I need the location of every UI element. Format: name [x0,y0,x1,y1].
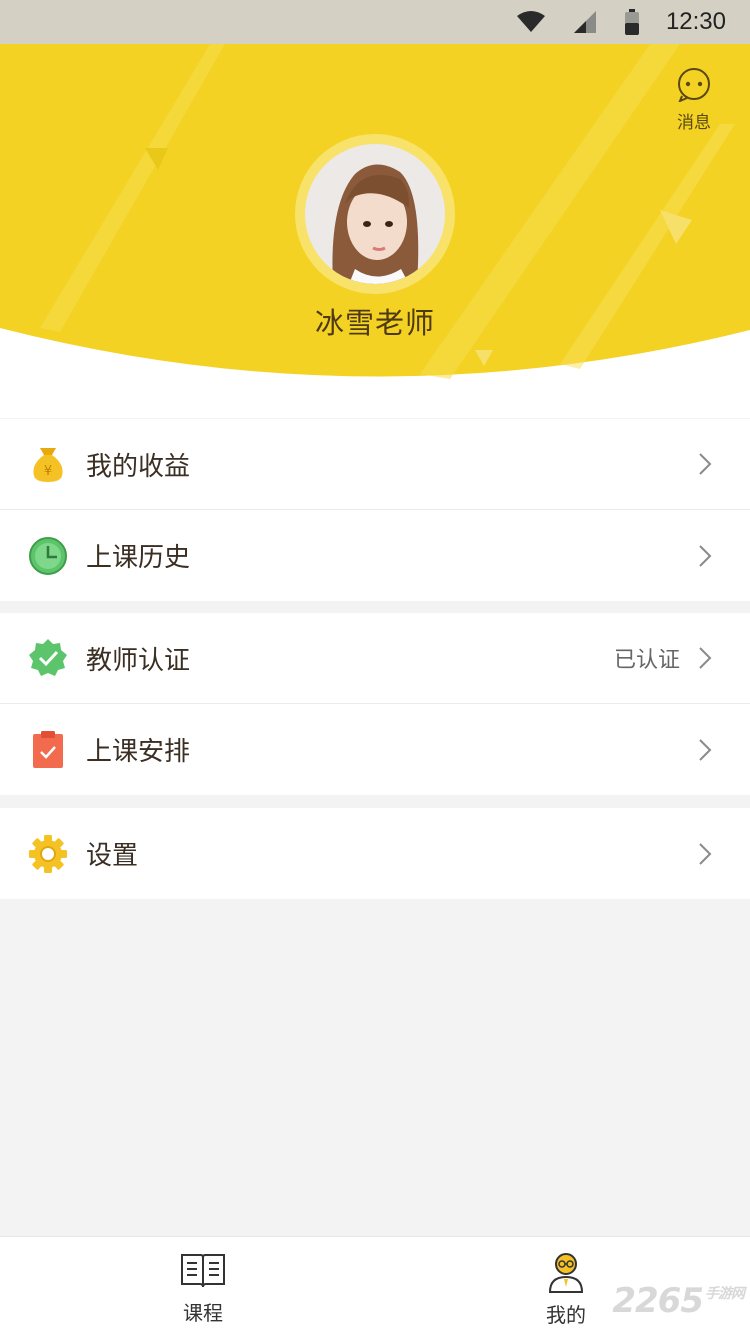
avatar [305,144,445,284]
message-button[interactable]: 消息 [672,66,716,133]
chevron-right-icon [699,738,712,761]
tab-mine[interactable]: 我的 [516,1251,616,1328]
svg-text:¥: ¥ [44,464,52,479]
bottom-tab-bar: 课程 我的 2265 手游网 [0,1236,750,1336]
chevron-right-icon [699,842,712,865]
clock-icon [29,536,67,575]
gear-icon [29,834,67,873]
status-bar: 12:30 [0,0,750,44]
cellular-signal-icon [573,11,596,33]
menu-group-1: ¥ 我的收益 上课历史 [0,419,750,601]
avatar-ring[interactable] [295,134,455,294]
chevron-right-icon [699,453,712,475]
book-icon [181,1254,225,1288]
menu-item-settings[interactable]: 设置 [0,808,750,899]
menu-group-2: 教师认证 已认证 上课安排 [0,613,750,795]
wifi-icon [516,11,545,32]
verified-badge-icon [29,639,67,676]
teacher-icon [548,1253,584,1293]
certification-status: 已认证 [613,648,680,673]
tab-label-courses: 课程 [183,1301,223,1325]
battery-icon [624,9,639,35]
menu-label-earnings: 我的收益 [86,451,191,482]
tab-label-mine: 我的 [546,1303,586,1327]
status-time: 12:30 [665,8,726,35]
menu-label-teacher-certification: 教师认证 [86,645,191,676]
menu-item-teacher-certification[interactable]: 教师认证 已认证 [0,613,750,704]
tab-courses[interactable]: 课程 [153,1251,253,1326]
menu-label-class-schedule: 上课安排 [86,737,191,767]
avatar-portrait [305,144,445,284]
message-label: 消息 [677,113,711,133]
menu-label-settings: 设置 [86,841,139,871]
menu-group-3: 设置 [0,808,750,899]
menu-item-class-schedule[interactable]: 上课安排 [0,704,750,795]
watermark-suffix: 手游网 [705,1286,745,1302]
menu-item-earnings[interactable]: ¥ 我的收益 [0,419,750,510]
menu-item-class-history[interactable]: 上课历史 [0,510,750,601]
chevron-right-icon [699,544,712,567]
profile-header: 消息 冰雪老师 [0,44,750,418]
menu-label-class-history: 上课历史 [86,543,191,573]
clipboard-icon [33,730,63,768]
message-icon [678,68,710,103]
money-bag-icon: ¥ [33,448,63,482]
chevron-right-icon [699,647,712,669]
watermark-text: 2265 [612,1281,704,1321]
watermark: 2265 手游网 [612,1281,745,1321]
username: 冰雪老师 [314,306,435,340]
